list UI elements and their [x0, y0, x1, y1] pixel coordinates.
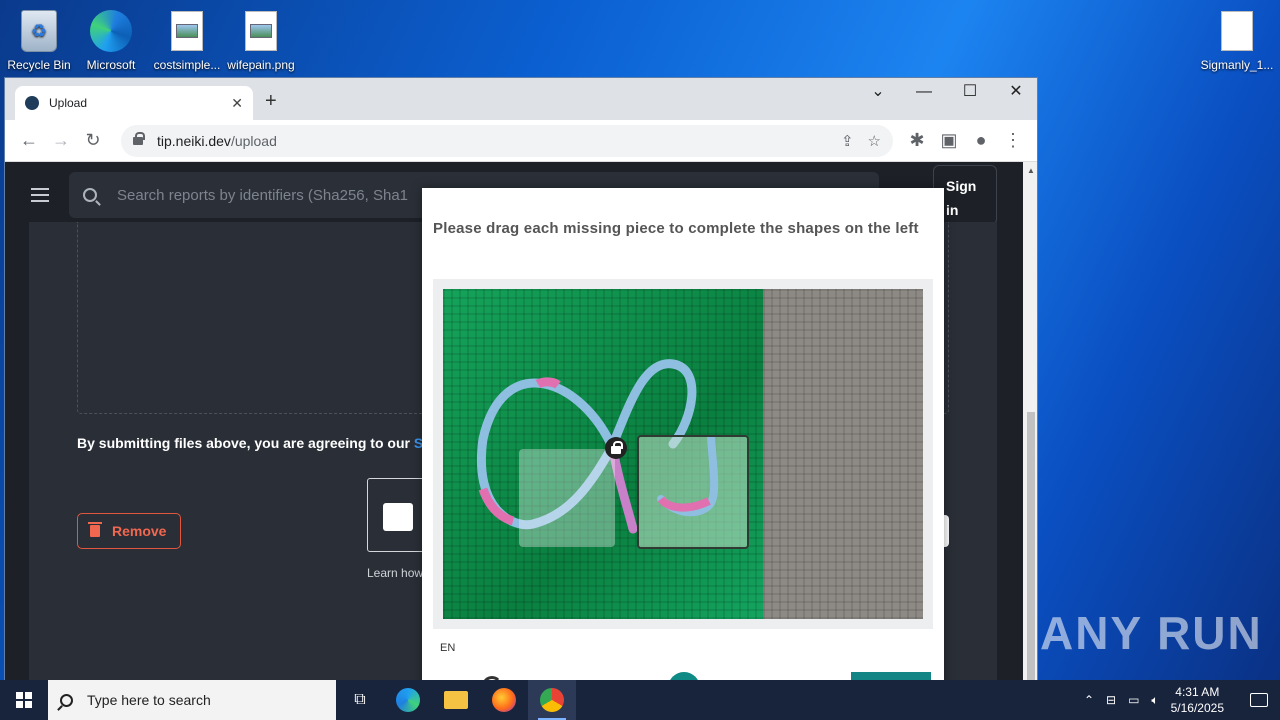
scrollbar-thumb[interactable] — [1027, 412, 1035, 712]
scroll-up-arrow-icon[interactable]: ▲ — [1027, 166, 1035, 175]
remove-label: Remove — [112, 523, 167, 539]
desktop-icon-recycle-bin[interactable]: ♻ Recycle Bin — [0, 8, 78, 72]
video-tutorial-button[interactable] — [367, 478, 429, 552]
tab-upload[interactable]: Upload ✕ — [15, 86, 253, 120]
site-favicon-icon — [25, 96, 39, 110]
terms-text: By submitting files above, you are agree… — [77, 435, 414, 451]
hamburger-menu-icon[interactable] — [31, 188, 49, 206]
share-icon[interactable]: ⇪ — [841, 132, 854, 150]
lock-icon[interactable] — [133, 131, 145, 145]
more-menu-icon[interactable]: ⋮ — [997, 125, 1029, 157]
search-icon — [83, 188, 97, 202]
captcha-language[interactable]: EN — [440, 642, 455, 654]
folder-icon — [444, 691, 468, 709]
desktop-icon-wifepain[interactable]: wifepain.png — [222, 8, 300, 72]
desktop-icon-label: Recycle Bin — [7, 58, 71, 72]
display-icon[interactable]: ▭ — [1128, 693, 1139, 707]
task-view-button[interactable]: ⧉ — [336, 680, 384, 720]
clock[interactable]: 4:31 AM 5/16/2025 — [1171, 684, 1224, 716]
firefox-icon — [492, 688, 516, 712]
windows-logo-icon — [16, 692, 32, 708]
desktop-icon-label: costsimple... — [153, 58, 221, 72]
image-file-icon — [245, 11, 277, 51]
captcha-frame — [433, 279, 933, 629]
taskbar: Type here to search ⧉ ⌃ ⊟ ▭ 🔈︎ 4:31 AM 5… — [0, 680, 1280, 720]
taskbar-search-placeholder: Type here to search — [87, 692, 211, 708]
recycle-bin-icon: ♻ — [21, 10, 57, 52]
anyrun-watermark: ANY RUN — [1040, 607, 1263, 659]
captcha-instruction: Please drag each missing piece to comple… — [433, 220, 919, 237]
captcha-draggable-piece[interactable] — [637, 433, 749, 549]
video-camera-icon — [383, 503, 413, 531]
remove-button[interactable]: Remove — [77, 513, 181, 549]
file-icon — [1221, 11, 1253, 51]
profile-avatar-icon[interactable]: ● — [965, 125, 997, 157]
new-tab-button[interactable]: + — [265, 90, 277, 113]
bookmark-star-icon[interactable]: ☆ — [868, 132, 881, 150]
browser-toolbar: ← → ↻ tip.neiki.dev/upload ⇪ ☆ ✱ ▣ ● ⋮ — [5, 120, 1037, 162]
taskbar-edge[interactable] — [384, 680, 432, 720]
desktop-icon-label: Microsoft — [86, 58, 136, 72]
start-button[interactable] — [0, 680, 48, 720]
site-search-placeholder: Search reports by identifiers (Sha256, S… — [117, 186, 408, 204]
tab-close-icon[interactable]: ✕ — [231, 95, 243, 112]
task-view-icon: ⧉ — [354, 691, 366, 708]
search-icon — [60, 693, 73, 707]
desktop-icon-edge[interactable]: Microsoft — [72, 8, 150, 72]
tab-search-chevron-down-icon[interactable]: ⌄ — [855, 82, 901, 102]
terms-agreement-text: By submitting files above, you are agree… — [77, 435, 432, 451]
notifications-icon[interactable] — [1250, 693, 1268, 707]
taskbar-search-input[interactable]: Type here to search — [48, 680, 336, 720]
side-panel-icon[interactable]: ▣ — [933, 125, 965, 157]
maximize-button[interactable]: ☐ — [947, 82, 993, 102]
page-scrollbar[interactable]: ▲ — [1023, 162, 1037, 719]
tab-title: Upload — [49, 96, 88, 110]
learn-how-text: Learn how — [367, 566, 424, 580]
tab-strip: Upload ✕ + ⌄ — ☐ ✕ — [5, 78, 1037, 120]
captcha-modal: Please drag each missing piece to comple… — [422, 188, 944, 720]
trash-icon — [88, 522, 102, 537]
system-tray: ⌃ ⊟ ▭ 🔈︎ 4:31 AM 5/16/2025 — [1084, 684, 1280, 716]
show-hidden-icons-chevron-up-icon[interactable]: ⌃ — [1084, 693, 1094, 707]
back-arrow-icon[interactable]: ← — [13, 125, 45, 157]
taskbar-file-explorer[interactable] — [432, 680, 480, 720]
forward-arrow-icon[interactable]: → — [45, 125, 77, 157]
captcha-piece-shape — [657, 433, 719, 517]
reload-icon[interactable]: ↻ — [77, 125, 109, 157]
taskbar-chrome[interactable] — [528, 680, 576, 720]
edge-icon — [396, 688, 420, 712]
lock-icon — [605, 437, 627, 459]
network-icon[interactable]: ⊟ — [1106, 693, 1116, 707]
captcha-empty-slot — [519, 449, 615, 547]
url-host: tip.neiki.dev — [157, 132, 231, 149]
edge-icon — [90, 10, 132, 52]
chrome-icon — [540, 688, 564, 712]
volume-icon[interactable]: 🔈︎ — [1151, 693, 1158, 708]
captcha-puzzle-image — [443, 289, 923, 619]
desktop-icon-label: Sigmanly_1... — [1200, 58, 1274, 72]
minimize-button[interactable]: — — [901, 82, 947, 102]
extensions-puzzle-icon[interactable]: ✱ — [901, 125, 933, 157]
clock-time: 4:31 AM — [1175, 685, 1220, 699]
image-file-icon — [171, 11, 203, 51]
clock-date: 5/16/2025 — [1170, 701, 1224, 715]
taskbar-firefox[interactable] — [480, 680, 528, 720]
desktop-icon-costsimple[interactable]: costsimple... — [148, 8, 226, 72]
url-path: /upload — [230, 132, 277, 149]
close-window-button[interactable]: ✕ — [993, 82, 1037, 102]
desktop-icon-sigmanly[interactable]: Sigmanly_1... — [1198, 8, 1276, 72]
address-bar[interactable]: tip.neiki.dev/upload ⇪ ☆ — [121, 124, 893, 157]
desktop-icon-label: wifepain.png — [227, 58, 295, 72]
